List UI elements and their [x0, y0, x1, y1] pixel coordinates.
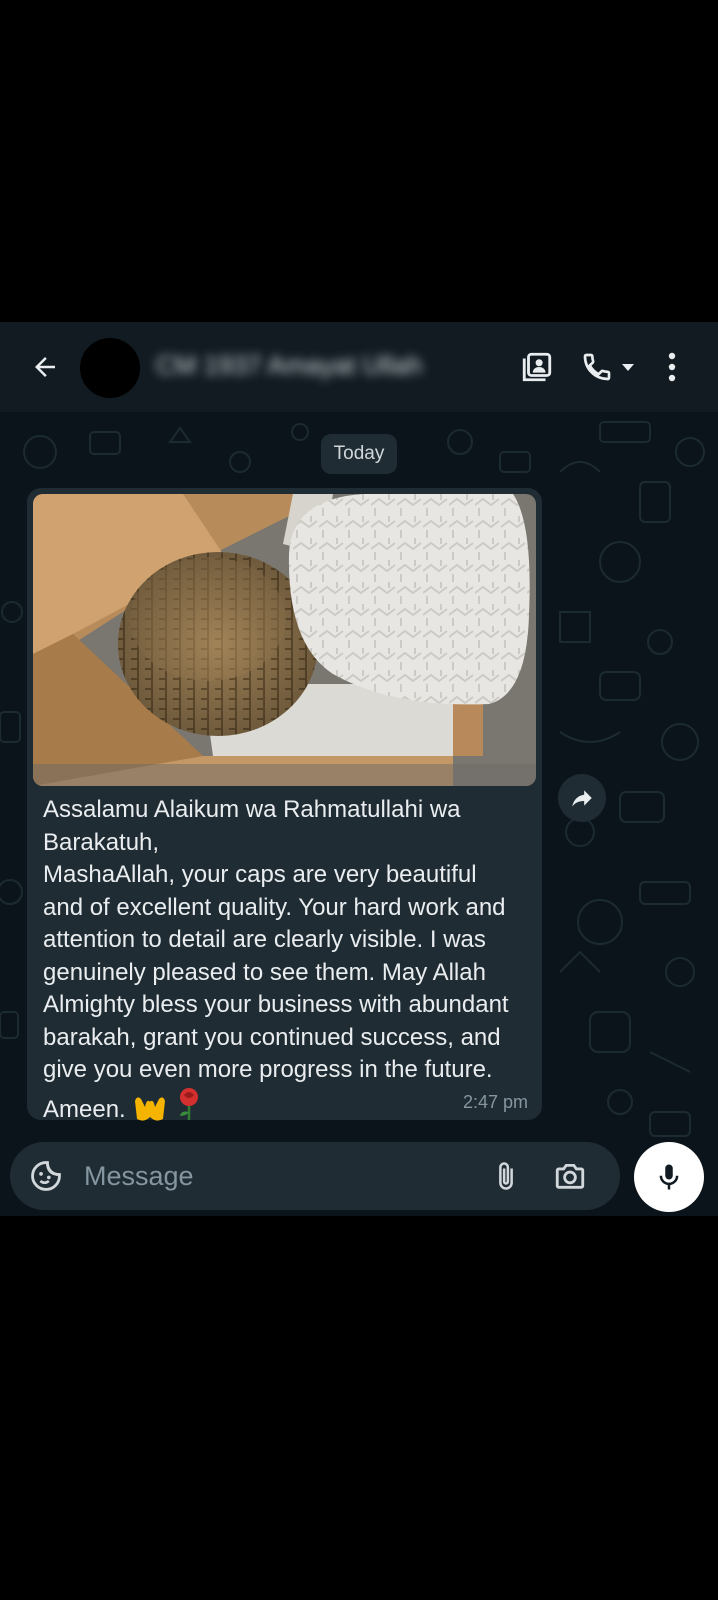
attach-icon	[499, 1162, 513, 1190]
mic-icon	[659, 1164, 679, 1190]
contact-card-button[interactable]	[514, 344, 560, 390]
contact-name[interactable]: CM 1937 Amayat Ullah	[156, 350, 422, 381]
message-bubble[interactable]: Assalamu Alaikum wa Rahmatullahi wa Bara…	[27, 488, 542, 1123]
chat-screen: CM 1937 Amayat Ullah Today Assalamu Alai…	[0, 322, 718, 1216]
attach-button[interactable]	[484, 1154, 528, 1198]
contact-card-icon	[522, 352, 552, 382]
rose-emoji-icon	[175, 1087, 203, 1131]
message-timestamp: 2:47 pm	[462, 1092, 528, 1112]
camera-button[interactable]	[548, 1154, 592, 1198]
message-body: Assalamu Alaikum wa Rahmatullahi wa Bara…	[43, 796, 509, 1123]
sticker-button[interactable]	[24, 1154, 68, 1198]
phone-icon	[583, 353, 611, 381]
voice-message-button[interactable]	[634, 1142, 704, 1212]
message-photo[interactable]	[33, 494, 536, 786]
caps-in-box-image	[33, 494, 536, 786]
back-arrow-icon	[35, 357, 55, 377]
dropdown-icon	[622, 364, 634, 371]
message-input[interactable]: Message	[84, 1161, 194, 1192]
more-options-button[interactable]	[658, 344, 686, 390]
camera-icon	[555, 1163, 585, 1189]
back-button[interactable]	[22, 344, 68, 390]
more-vert-icon	[668, 352, 676, 382]
message-text: Assalamu Alaikum wa Rahmatullahi wa Bara…	[43, 794, 523, 1130]
sticker-icon	[31, 1161, 61, 1191]
forward-icon	[572, 790, 592, 807]
chat-header: CM 1937 Amayat Ullah	[0, 322, 718, 412]
raising-hands-emoji-icon	[132, 1091, 168, 1131]
message-input-bar[interactable]: Message	[10, 1142, 620, 1210]
date-separator: Today	[321, 434, 397, 474]
avatar[interactable]	[80, 338, 140, 398]
call-button[interactable]	[574, 344, 620, 390]
call-options-button[interactable]	[616, 344, 640, 390]
forward-button[interactable]	[558, 774, 606, 822]
